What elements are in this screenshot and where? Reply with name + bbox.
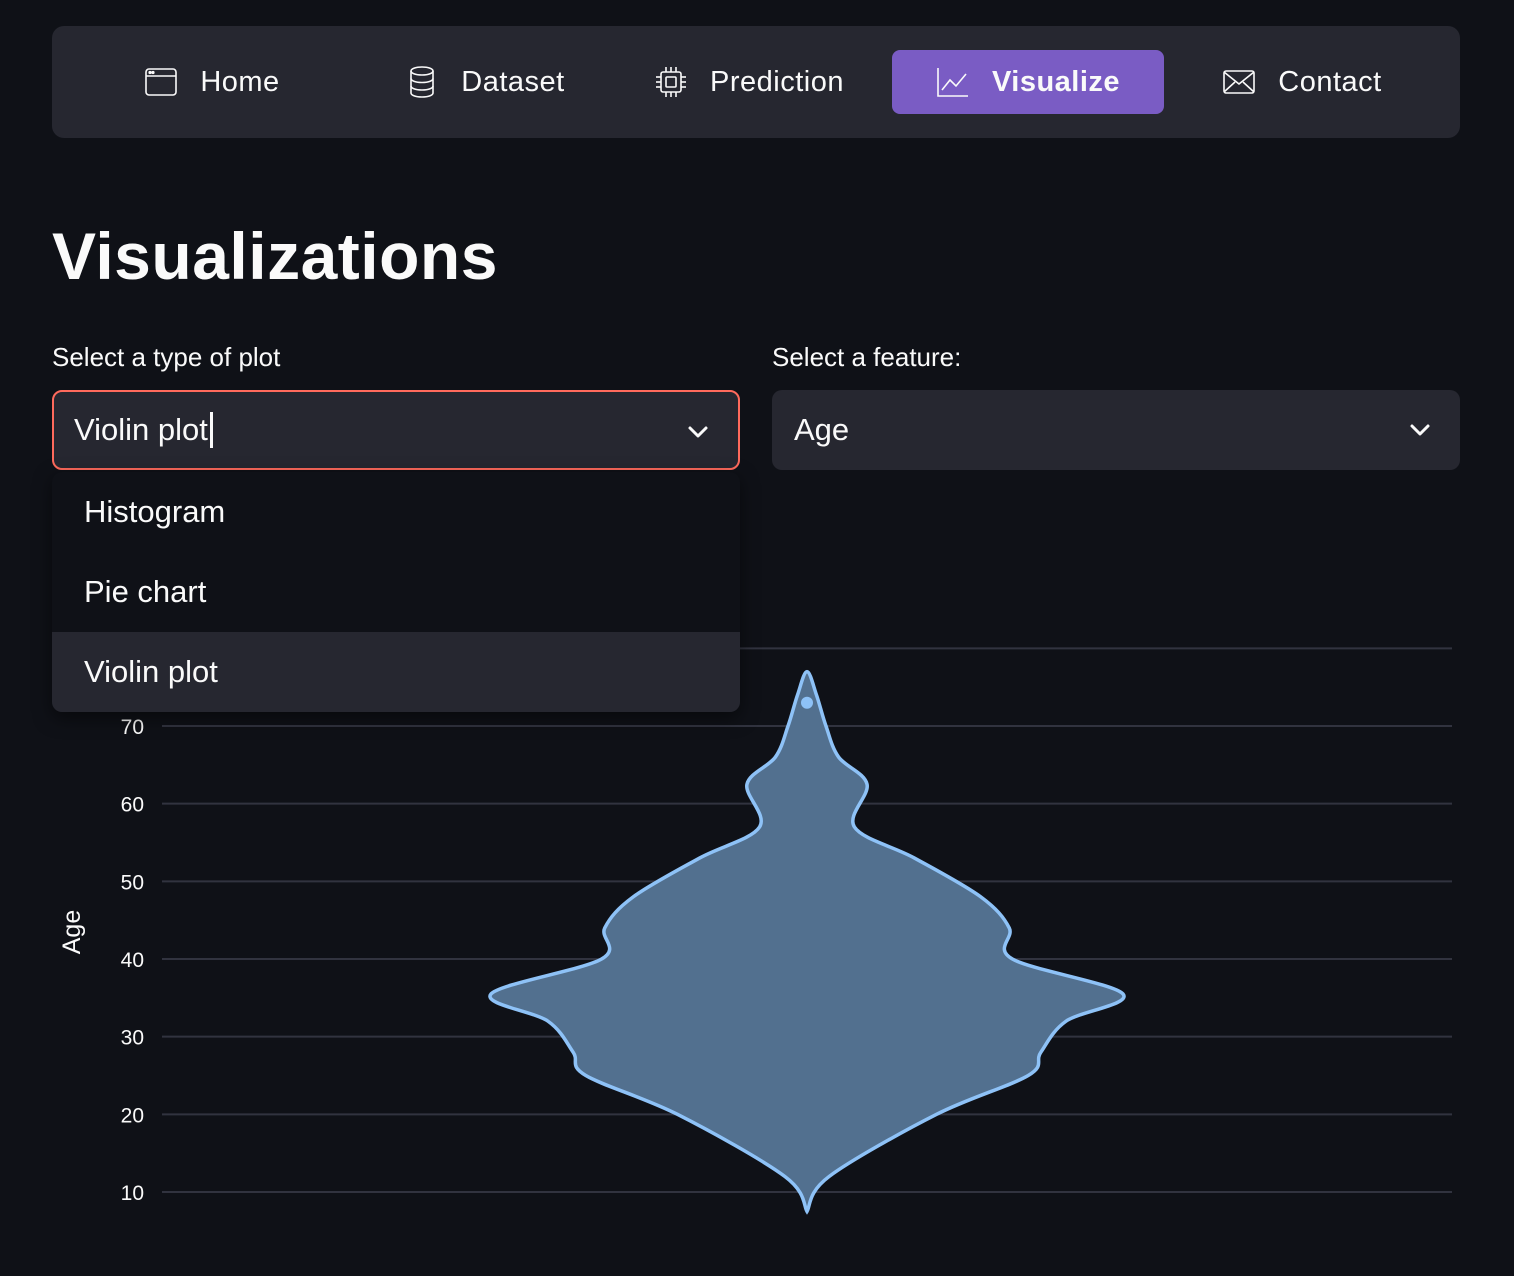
dropdown-option-histogram[interactable]: Histogram [52, 472, 740, 552]
y-axis-ticks: 10 20 30 40 50 60 70 [121, 716, 144, 1205]
y-tick-label: 60 [121, 794, 144, 817]
y-tick-label: 10 [121, 1182, 144, 1205]
violin-series [488, 669, 1126, 1215]
violin-outlier-point [801, 696, 813, 709]
dropdown-option-violin-plot[interactable]: Violin plot [52, 632, 740, 712]
y-tick-label: 30 [121, 1027, 144, 1050]
y-tick-label: 40 [121, 949, 144, 972]
plot-type-dropdown-menu: Histogram Pie chart Violin plot [52, 472, 740, 712]
dropdown-option-pie-chart[interactable]: Pie chart [52, 552, 740, 632]
y-tick-label: 70 [121, 716, 144, 739]
y-axis-title: Age [58, 910, 86, 954]
y-tick-label: 20 [121, 1104, 144, 1127]
y-tick-label: 50 [121, 871, 144, 894]
violin-body [488, 669, 1126, 1215]
